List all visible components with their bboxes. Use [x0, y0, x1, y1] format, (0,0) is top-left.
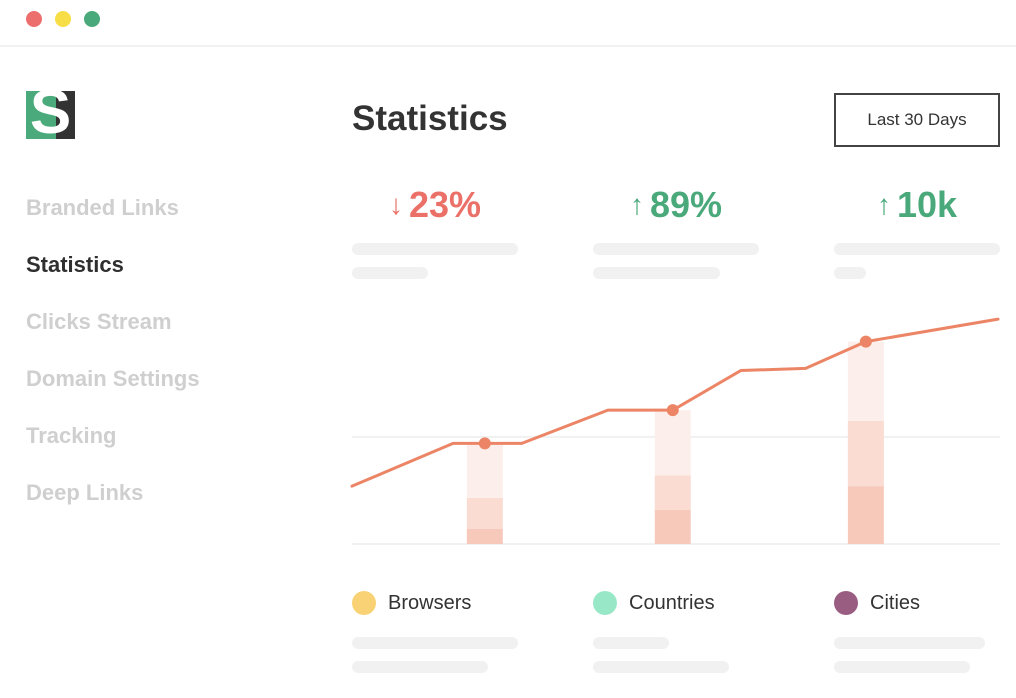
bar-segment-1 [654, 509, 691, 544]
sidebar-item-domain-settings[interactable]: Domain Settings [26, 364, 200, 421]
sidebar-item-tracking[interactable]: Tracking [26, 421, 200, 478]
arrow-up-icon: ↑ [876, 189, 891, 220]
placeholder-line [352, 243, 518, 255]
bar-segment-2 [466, 497, 503, 530]
placeholder-line [834, 267, 866, 279]
logo-letter: S [29, 91, 72, 139]
bar-segment-3 [847, 341, 884, 421]
legend-label: Countries [629, 592, 715, 614]
placeholder-line [352, 661, 488, 673]
placeholder-line [352, 637, 518, 649]
legend-browsers[interactable]: Browsers [352, 590, 471, 616]
stat-visitors-change: ↑ 89% [593, 182, 759, 228]
close-window-button[interactable] [26, 11, 42, 27]
placeholder-line [593, 637, 669, 649]
minimize-window-button[interactable] [55, 11, 71, 27]
arrow-down-icon: ↓ [388, 189, 403, 220]
sidebar-item-branded-links[interactable]: Branded Links [26, 193, 200, 250]
placeholder-line [834, 637, 985, 649]
bar-segment-3 [466, 443, 503, 498]
legend-label: Cities [870, 592, 921, 614]
placeholder-line [834, 243, 1000, 255]
sidebar-item-statistics[interactable]: Statistics [26, 250, 200, 307]
placeholder-line [593, 243, 759, 255]
date-range-button[interactable]: Last 30 Days [834, 93, 1000, 147]
trend-line [350, 317, 1000, 488]
stat-value: 89% [649, 184, 723, 225]
arrow-up-icon: ↑ [629, 189, 644, 220]
data-point-marker [859, 335, 872, 348]
app-logo[interactable]: S [26, 91, 75, 139]
legend-swatch-browsers [352, 591, 376, 615]
bar-segment-1 [466, 529, 503, 544]
legend-label: Browsers [388, 592, 472, 614]
data-point-marker [478, 437, 491, 450]
maximize-window-button[interactable] [84, 11, 100, 27]
legend-cities[interactable]: Cities [834, 590, 920, 616]
bar-segment-3 [654, 410, 691, 476]
legend-swatch-countries [593, 591, 617, 615]
bar-segment-1 [847, 486, 884, 544]
placeholder-line [834, 661, 970, 673]
sidebar-item-deep-links[interactable]: Deep Links [26, 478, 200, 535]
page-title: Statistics [352, 99, 508, 138]
stat-clicks-change: ↓ 23% [352, 182, 518, 228]
sidebar-item-clicks-stream[interactable]: Clicks Stream [26, 307, 200, 364]
legend-countries[interactable]: Countries [593, 590, 715, 616]
placeholder-line [593, 267, 720, 279]
stat-total-change: ↑ 10k [834, 182, 1000, 228]
placeholder-line [593, 661, 729, 673]
bar-segment-2 [847, 420, 884, 487]
bar-segment-2 [654, 475, 691, 510]
data-point-marker [666, 404, 679, 417]
sidebar-nav: Branded Links Statistics Clicks Stream D… [26, 193, 200, 535]
placeholder-line [352, 267, 428, 279]
window-titlebar [0, 0, 1016, 47]
stat-value: 10k [896, 184, 958, 225]
legend-swatch-cities [834, 591, 858, 615]
stat-value: 23% [408, 184, 482, 225]
